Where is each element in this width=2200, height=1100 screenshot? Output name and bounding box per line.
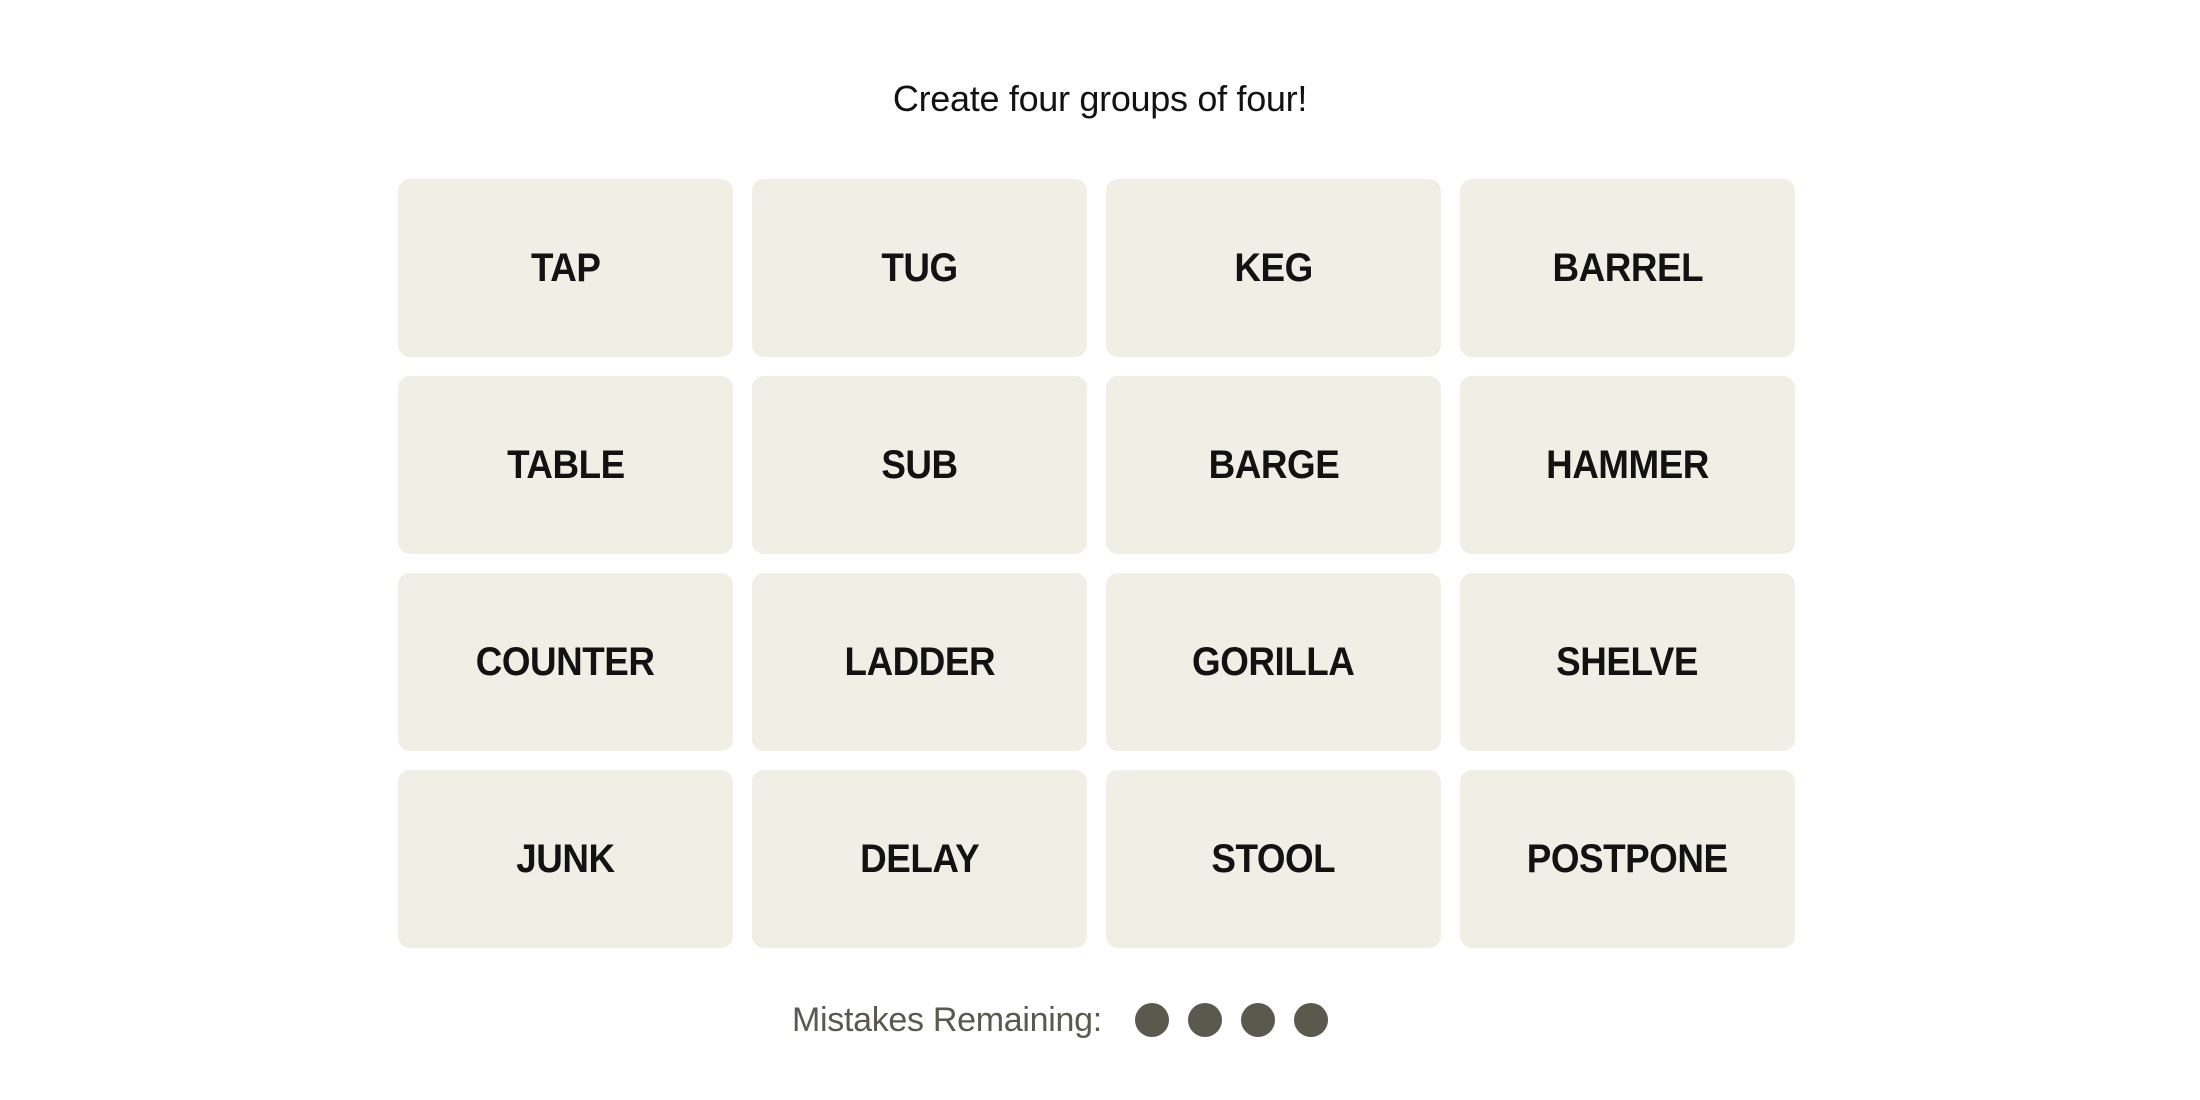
- mistake-dot: [1293, 1003, 1328, 1037]
- word-tile[interactable]: JUNK: [398, 770, 733, 948]
- word-tile[interactable]: STOOL: [1106, 770, 1441, 948]
- word-tile-label: KEG: [1234, 245, 1313, 290]
- word-tile-label: COUNTER: [476, 639, 655, 684]
- word-tile[interactable]: TABLE: [398, 376, 733, 554]
- word-tile[interactable]: KEG: [1106, 179, 1441, 357]
- word-tile[interactable]: BARREL: [1460, 179, 1795, 357]
- word-tile[interactable]: GORILLA: [1106, 573, 1441, 751]
- word-tile[interactable]: TUG: [752, 179, 1087, 357]
- word-tile-label: GORILLA: [1192, 639, 1355, 684]
- word-tile-label: SHELVE: [1556, 639, 1699, 684]
- word-tile[interactable]: DELAY: [752, 770, 1087, 948]
- word-tile[interactable]: COUNTER: [398, 573, 733, 751]
- mistake-dot: [1240, 1003, 1275, 1037]
- word-tile-label: LADDER: [844, 639, 995, 684]
- word-tile-label: DELAY: [859, 836, 980, 881]
- mistakes-remaining: Mistakes Remaining:: [792, 995, 1328, 1045]
- mistakes-label: Mistakes Remaining:: [792, 1000, 1102, 1039]
- word-tile[interactable]: BARGE: [1106, 376, 1441, 554]
- word-tile-label: BARGE: [1208, 442, 1339, 487]
- word-tile-label: POSTPONE: [1527, 836, 1728, 881]
- word-tile-label: HAMMER: [1546, 442, 1709, 487]
- word-tile[interactable]: TAP: [398, 179, 733, 357]
- mistake-dots: [1116, 1003, 1328, 1037]
- word-tile-label: BARREL: [1552, 245, 1703, 290]
- word-tile[interactable]: POSTPONE: [1460, 770, 1795, 948]
- word-tile-label: TABLE: [506, 442, 625, 487]
- word-tile[interactable]: SHELVE: [1460, 573, 1795, 751]
- mistake-dot: [1187, 1003, 1222, 1037]
- word-tile[interactable]: SUB: [752, 376, 1087, 554]
- word-grid: TAP TUG KEG BARREL TABLE SUB BARGE HAMME…: [398, 179, 1795, 948]
- word-tile[interactable]: LADDER: [752, 573, 1087, 751]
- word-tile-label: TUG: [881, 245, 958, 290]
- word-tile-label: JUNK: [516, 836, 615, 881]
- game-instructions: Create four groups of four!: [892, 78, 1308, 119]
- word-tile-label: STOOL: [1211, 836, 1336, 881]
- word-tile-label: SUB: [881, 442, 958, 487]
- word-tile[interactable]: HAMMER: [1460, 376, 1795, 554]
- mistake-dot: [1134, 1003, 1169, 1037]
- word-tile-label: TAP: [530, 245, 601, 290]
